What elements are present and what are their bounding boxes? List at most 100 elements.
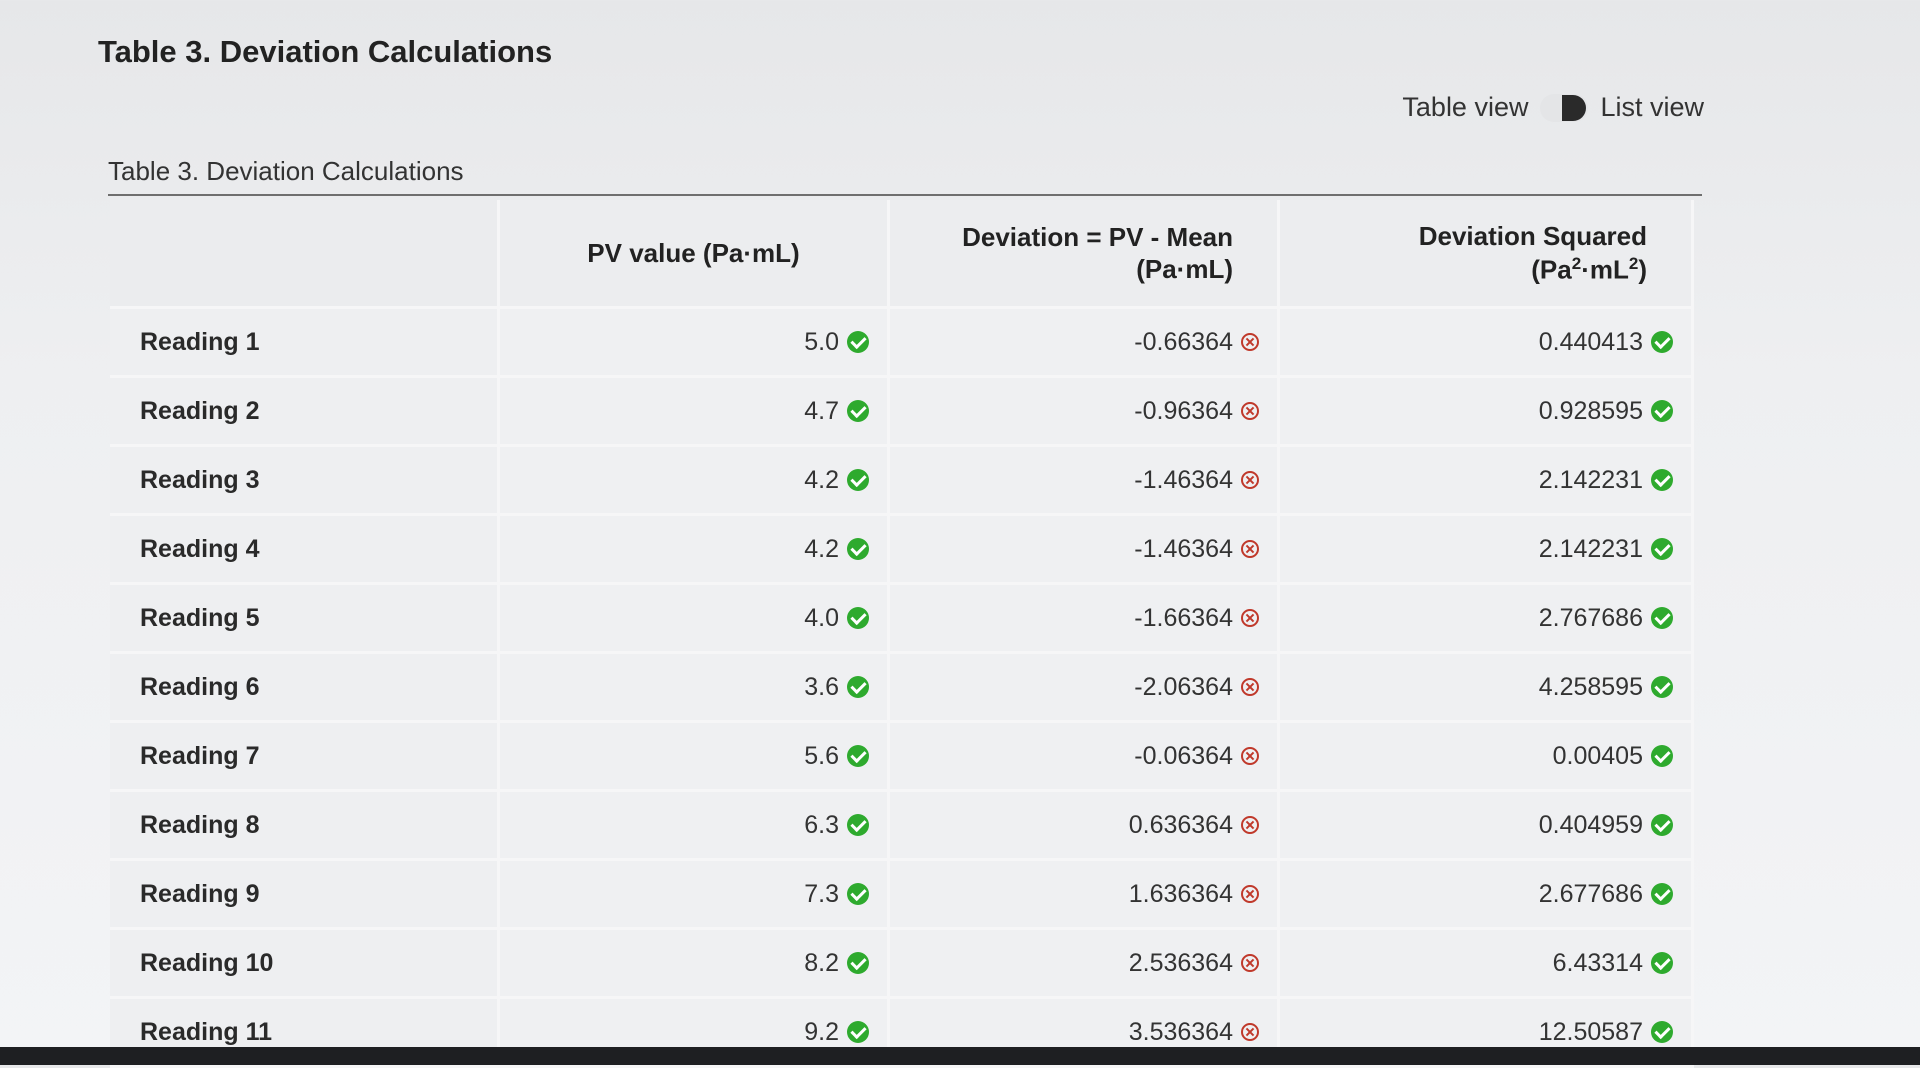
x-circle-icon <box>1241 885 1259 903</box>
squared-value: 4.258595 <box>1538 672 1643 701</box>
check-circle-icon <box>1651 814 1673 836</box>
squared-unit-mid: ·mL <box>1581 254 1629 285</box>
squared-cell: 0.440413 <box>1280 309 1694 378</box>
table-row: Reading 9 7.3 1.636364 2.677686 <box>110 861 1694 930</box>
x-circle-icon <box>1241 954 1259 972</box>
x-circle-icon <box>1241 1023 1259 1041</box>
row-label: Reading 1 <box>110 309 500 378</box>
deviation-cell: -2.06364 <box>890 654 1280 723</box>
header-squared-line1: Deviation Squared <box>1418 221 1647 252</box>
table-row: Reading 3 4.2 -1.46364 2.142231 <box>110 447 1694 516</box>
table-body: Reading 1 5.0 -0.66364 0.440413 Reading … <box>110 309 1694 1068</box>
pv-value: 3.6 <box>804 672 839 701</box>
check-circle-icon <box>847 745 869 767</box>
squared-cell: 0.928595 <box>1280 378 1694 447</box>
x-circle-icon <box>1241 747 1259 765</box>
squared-unit-pre: (Pa <box>1531 254 1572 285</box>
x-circle-icon <box>1241 678 1259 696</box>
check-circle-icon <box>847 952 869 974</box>
header-pv-value: PV value (Pa·mL) <box>500 200 890 309</box>
check-circle-icon <box>847 331 869 353</box>
row-label: Reading 2 <box>110 378 500 447</box>
deviation-table-container: PV value (Pa·mL) Deviation = PV - Mean (… <box>110 200 1694 1068</box>
deviation-cell: 1.636364 <box>890 861 1280 930</box>
check-circle-icon <box>847 607 869 629</box>
check-circle-icon <box>1651 331 1673 353</box>
pv-cell: 6.3 <box>500 792 890 861</box>
deviation-cell: -1.66364 <box>890 585 1280 654</box>
squared-unit-exp2: 2 <box>1628 253 1639 273</box>
check-circle-icon <box>847 469 869 491</box>
pv-value: 8.2 <box>804 948 839 977</box>
view-toggle-switch[interactable] <box>1540 93 1589 122</box>
caption-divider <box>108 194 1702 196</box>
squared-value: 2.142231 <box>1538 534 1643 563</box>
pv-cell: 5.0 <box>500 309 890 378</box>
check-circle-icon <box>1651 1021 1673 1043</box>
pv-value: 5.6 <box>804 741 839 770</box>
deviation-value: 3.536364 <box>1128 1017 1233 1046</box>
row-label: Reading 7 <box>110 723 500 792</box>
squared-cell: 2.767686 <box>1280 585 1694 654</box>
row-label: Reading 10 <box>110 930 500 999</box>
pv-value: 5.0 <box>804 327 839 356</box>
pv-cell: 7.3 <box>500 861 890 930</box>
header-squared-line2: (Pa2·mL2) <box>1280 253 1647 286</box>
squared-unit-exp1: 2 <box>1571 253 1582 273</box>
squared-value: 0.00405 <box>1552 741 1643 770</box>
list-view-label[interactable]: List view <box>1600 92 1704 123</box>
toggle-knob <box>1562 94 1587 121</box>
pv-cell: 5.6 <box>500 723 890 792</box>
squared-cell: 0.00405 <box>1280 723 1694 792</box>
row-label: Reading 5 <box>110 585 500 654</box>
header-deviation-squared: Deviation Squared (Pa2·mL2) <box>1280 200 1694 309</box>
deviation-cell: -1.46364 <box>890 447 1280 516</box>
row-label: Reading 9 <box>110 861 500 930</box>
row-label: Reading 4 <box>110 516 500 585</box>
check-circle-icon <box>847 400 869 422</box>
x-circle-icon <box>1241 540 1259 558</box>
table-caption: Table 3. Deviation Calculations <box>108 156 464 186</box>
check-circle-icon <box>1651 469 1673 491</box>
x-circle-icon <box>1241 816 1259 834</box>
squared-cell: 2.142231 <box>1280 447 1694 516</box>
x-circle-icon <box>1241 402 1259 420</box>
check-circle-icon <box>847 538 869 560</box>
pv-cell: 4.2 <box>500 516 890 585</box>
squared-value: 6.43314 <box>1552 948 1643 977</box>
check-circle-icon <box>847 676 869 698</box>
row-label: Reading 6 <box>110 654 500 723</box>
pv-value: 4.2 <box>804 465 839 494</box>
check-circle-icon <box>1651 745 1673 767</box>
row-label: Reading 3 <box>110 447 500 516</box>
page-title: Table 3. Deviation Calculations <box>98 34 553 69</box>
check-circle-icon <box>1651 400 1673 422</box>
squared-cell: 0.404959 <box>1280 792 1694 861</box>
squared-value: 2.142231 <box>1538 465 1643 494</box>
deviation-cell: -1.46364 <box>890 516 1280 585</box>
squared-unit-post: ) <box>1638 254 1647 285</box>
check-circle-icon <box>847 883 869 905</box>
header-deviation-line2: (Pa·mL) <box>1136 254 1233 284</box>
squared-cell: 6.43314 <box>1280 930 1694 999</box>
table-row: Reading 2 4.7 -0.96364 0.928595 <box>110 378 1694 447</box>
table-view-label[interactable]: Table view <box>1402 92 1528 123</box>
pv-cell: 8.2 <box>500 930 890 999</box>
header-deviation-line1: Deviation = PV - Mean <box>962 221 1233 252</box>
deviation-cell: 0.636364 <box>890 792 1280 861</box>
deviation-value: -1.66364 <box>1134 603 1233 632</box>
table-row: Reading 1 5.0 -0.66364 0.440413 <box>110 309 1694 378</box>
pv-value: 9.2 <box>804 1017 839 1046</box>
pv-value: 4.2 <box>804 534 839 563</box>
squared-value: 12.50587 <box>1538 1017 1643 1046</box>
deviation-cell: -0.96364 <box>890 378 1280 447</box>
squared-cell: 2.677686 <box>1280 861 1694 930</box>
check-circle-icon <box>1651 538 1673 560</box>
pv-cell: 4.7 <box>500 378 890 447</box>
deviation-value: -1.46364 <box>1134 534 1233 563</box>
check-circle-icon <box>1651 883 1673 905</box>
squared-cell: 4.258595 <box>1280 654 1694 723</box>
squared-value: 0.440413 <box>1538 327 1643 356</box>
row-label: Reading 8 <box>110 792 500 861</box>
table-row: Reading 4 4.2 -1.46364 2.142231 <box>110 516 1694 585</box>
